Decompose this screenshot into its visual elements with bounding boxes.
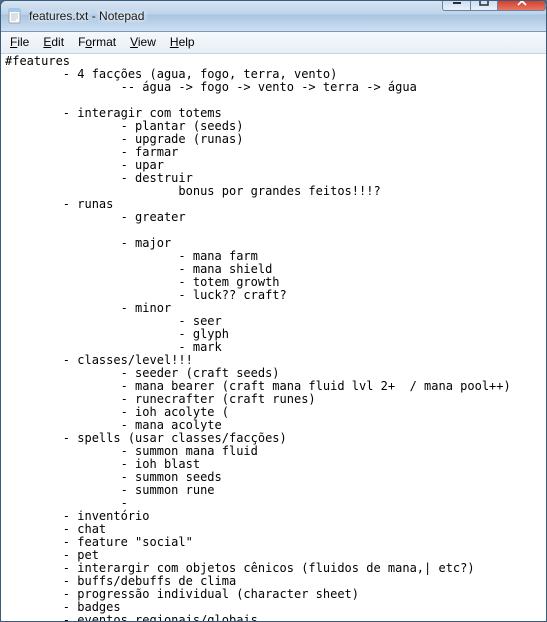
window-controls (442, 0, 546, 11)
window-title: features.txt - Notepad (29, 9, 442, 23)
minimize-icon (452, 0, 462, 6)
close-button[interactable] (498, 0, 546, 11)
notepad-window: features.txt - Notepad File Edit Format (0, 0, 547, 622)
menu-view[interactable]: View (123, 32, 163, 53)
menu-help[interactable]: Help (163, 32, 202, 53)
menu-file[interactable]: File (3, 32, 36, 53)
maximize-icon (479, 0, 489, 6)
menu-format[interactable]: Format (71, 32, 123, 53)
titlebar[interactable]: features.txt - Notepad (1, 1, 546, 32)
text-area[interactable]: #features - 4 facções (agua, fogo, terra… (1, 54, 546, 621)
menubar: File Edit Format View Help (1, 32, 546, 54)
document-content[interactable]: #features - 4 facções (agua, fogo, terra… (5, 55, 546, 621)
notepad-app-icon (7, 8, 23, 24)
minimize-button[interactable] (442, 0, 471, 11)
maximize-button[interactable] (471, 0, 498, 11)
menu-edit[interactable]: Edit (36, 32, 71, 53)
close-icon (516, 0, 528, 6)
